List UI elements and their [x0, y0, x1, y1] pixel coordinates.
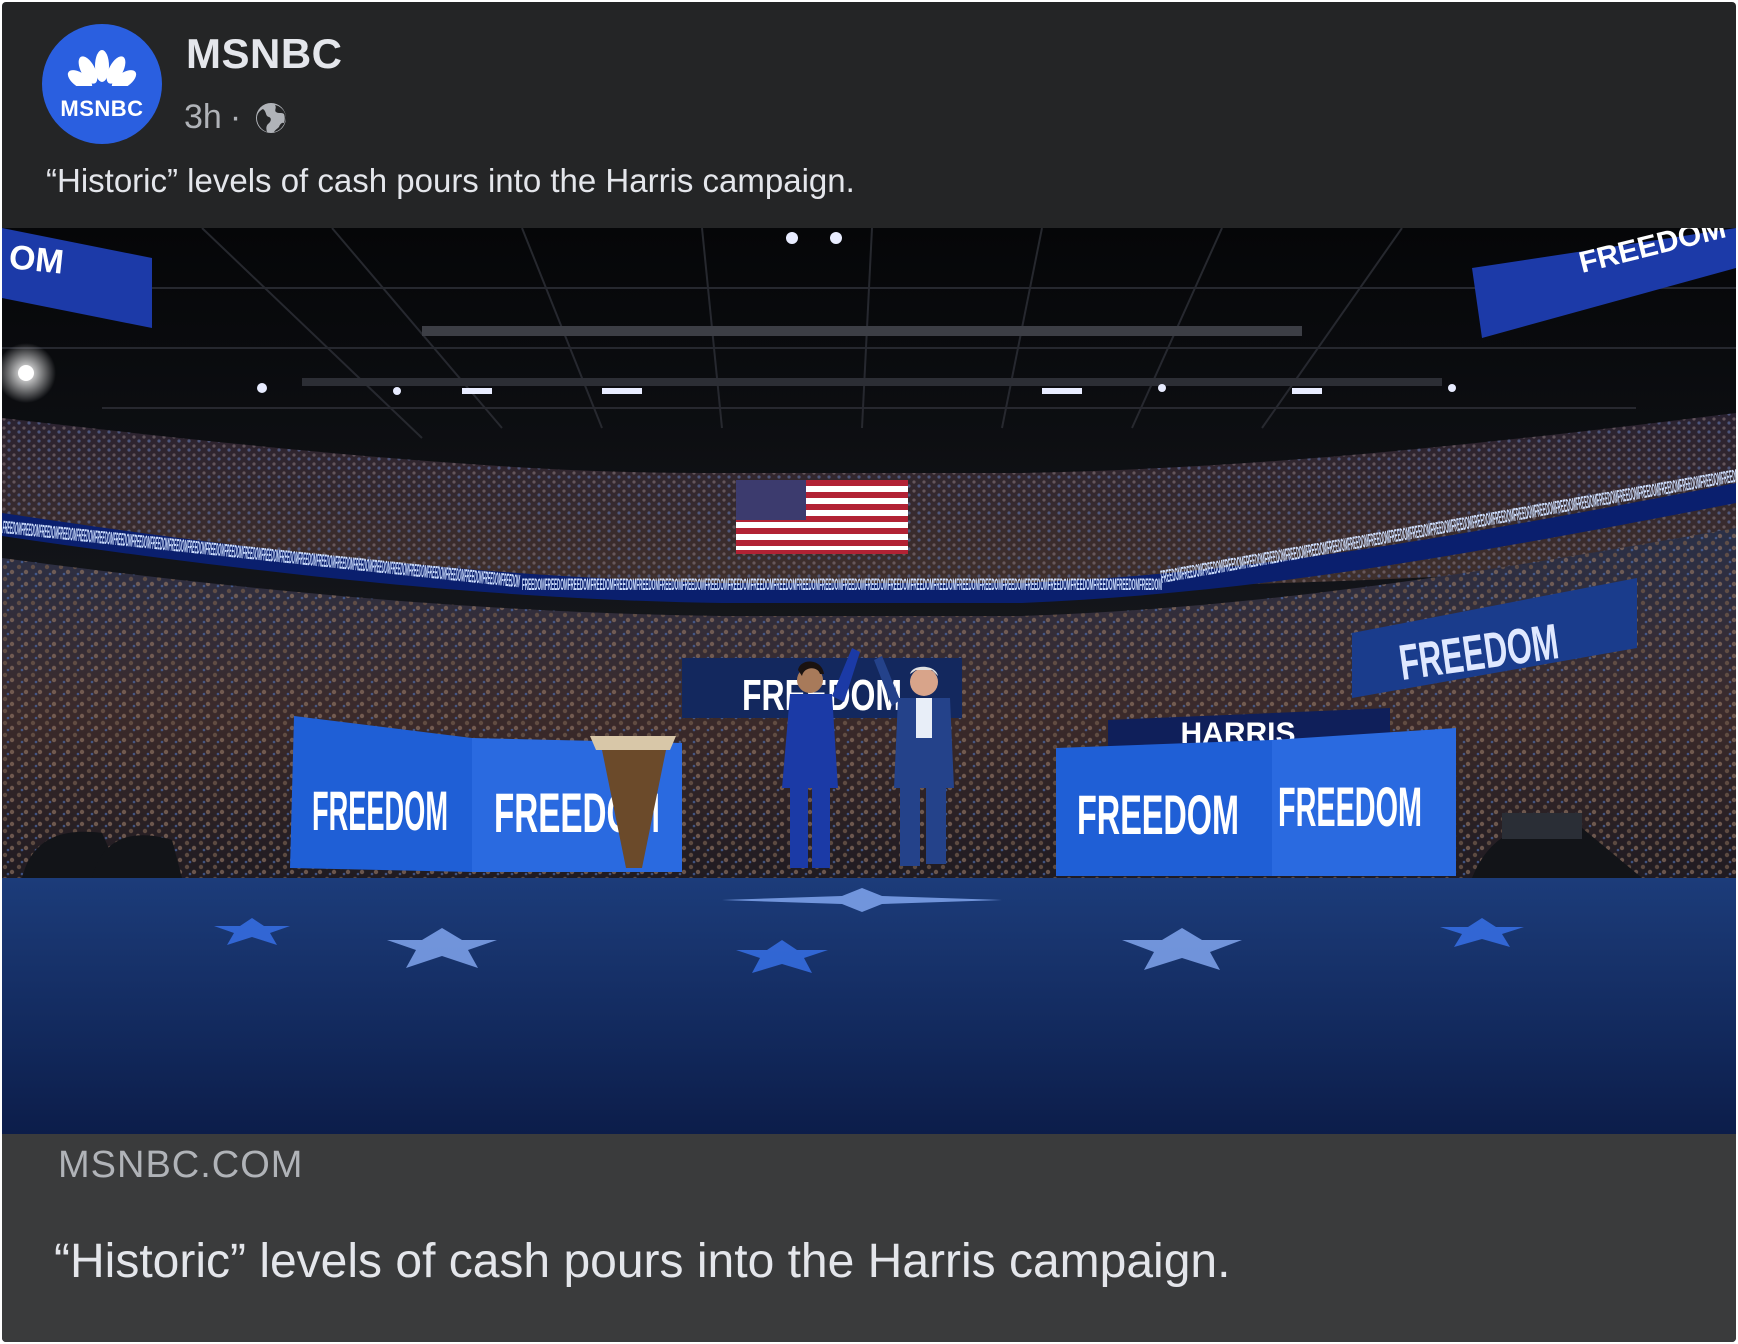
right-freedom-signs: HARRIS FREEDOM FREEDOM	[1056, 708, 1456, 876]
svg-text:FREEDOMFREEDOMFREEDOMFREEDOMFR: FREEDOMFREEDOMFREEDOMFREEDOMFREEDOMFREED…	[522, 575, 1162, 594]
rally-scene: OM FREEDOM FREEDOMFREEDOMFREEDOMFREEDOMF…	[2, 228, 1736, 1134]
link-title[interactable]: “Historic” levels of cash pours into the…	[54, 1234, 1230, 1289]
post-meta: 3h ·	[184, 98, 289, 137]
svg-text:OM: OM	[7, 238, 65, 282]
avatar-label: MSNBC	[60, 96, 144, 121]
svg-text:FREEDOM: FREEDOM	[1077, 783, 1239, 846]
american-flag	[736, 480, 908, 554]
link-domain: MSNBC.COM	[58, 1144, 304, 1186]
peacock-logo-icon	[67, 50, 137, 94]
svg-text:FREEDOM: FREEDOM	[1278, 775, 1422, 838]
svg-text:FREEDOM: FREEDOM	[312, 779, 448, 842]
post-message: “Historic” levels of cash pours into the…	[46, 162, 855, 199]
rally-photo[interactable]: OM FREEDOM FREEDOMFREEDOMFREEDOMFREEDOMF…	[2, 228, 1736, 1134]
page-name-link[interactable]: MSNBC	[186, 30, 343, 78]
post-card: MSNBC MSNBC 3h · “Historic” levels of ca…	[2, 2, 1736, 1342]
post-timestamp[interactable]: 3h	[184, 98, 222, 137]
globe-icon	[256, 102, 287, 133]
page-avatar[interactable]: MSNBC	[42, 24, 162, 144]
meta-separator: ·	[229, 98, 242, 136]
